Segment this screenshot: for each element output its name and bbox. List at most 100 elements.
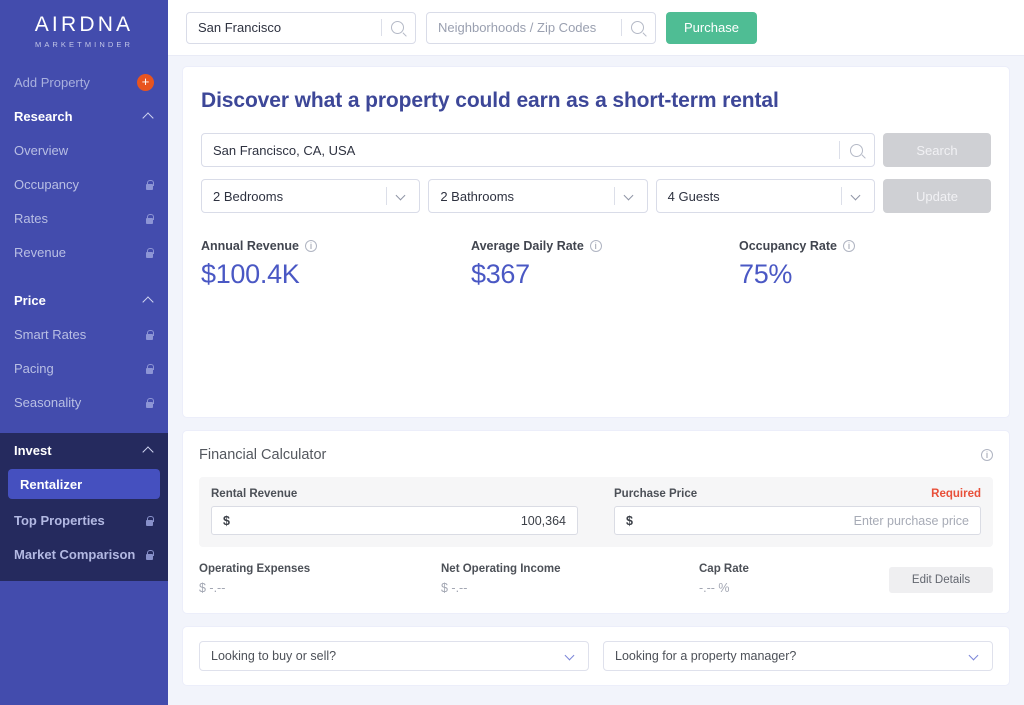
sidebar-item-top-properties[interactable]: Top Properties bbox=[0, 503, 168, 537]
financial-calculator-card: Financial Calculator i Rental Revenue $ … bbox=[182, 430, 1010, 614]
stat-label: Operating Expenses bbox=[199, 563, 311, 575]
bathrooms-select[interactable]: 2 Bathrooms bbox=[428, 179, 648, 213]
location-value: San Francisco, CA, USA bbox=[213, 142, 356, 158]
purchase-price-input[interactable]: $ Enter purchase price bbox=[614, 506, 981, 535]
sidebar-item-label: Pacing bbox=[14, 360, 54, 376]
info-icon[interactable]: i bbox=[589, 240, 602, 252]
buy-sell-placeholder: Looking to buy or sell? bbox=[211, 649, 337, 663]
info-icon[interactable]: i bbox=[842, 240, 855, 252]
sidebar-group-invest: Invest Rentalizer Top Properties Market … bbox=[0, 433, 168, 581]
sidebar-section-label: Invest bbox=[14, 442, 52, 458]
stat-value: -.-- % bbox=[699, 581, 730, 595]
info-icon[interactable]: i bbox=[981, 449, 993, 461]
buy-sell-select[interactable]: Looking to buy or sell? bbox=[199, 641, 589, 671]
purchase-price-placeholder: Enter purchase price bbox=[853, 513, 969, 528]
sidebar-item-label: Rentalizer bbox=[20, 476, 83, 492]
rentalizer-card: Discover what a property could earn as a… bbox=[182, 66, 1010, 418]
chevron-down-icon bbox=[566, 652, 575, 661]
chevron-down-icon bbox=[852, 192, 861, 201]
sidebar-item-revenue[interactable]: Revenue bbox=[0, 235, 168, 269]
page-title: Discover what a property could earn as a… bbox=[201, 89, 779, 112]
divider bbox=[386, 187, 388, 205]
sidebar-item-rates[interactable]: Rates bbox=[0, 201, 168, 235]
divider bbox=[840, 187, 842, 205]
nav-divider bbox=[0, 419, 168, 433]
purchase-button[interactable]: Purchase bbox=[666, 11, 757, 44]
chevron-down-icon bbox=[970, 652, 979, 661]
metric-header: Occupancy Rate i bbox=[739, 239, 855, 253]
location-input[interactable]: San Francisco, CA, USA bbox=[201, 133, 875, 167]
search-icon[interactable] bbox=[850, 143, 863, 157]
stat-net-operating-income: Net Operating Income $ -.-- bbox=[441, 563, 699, 595]
sidebar-section-price[interactable]: Price bbox=[0, 283, 168, 317]
sidebar-item-label: Add Property bbox=[14, 74, 90, 90]
topbar: San Francisco Neighborhoods / Zip Codes … bbox=[168, 0, 1024, 56]
sidebar-item-label: Overview bbox=[14, 142, 69, 158]
neighborhood-search-placeholder: Neighborhoods / Zip Codes bbox=[438, 20, 597, 35]
sidebar-section-research[interactable]: Research bbox=[0, 99, 168, 133]
update-button[interactable]: Update bbox=[882, 179, 991, 213]
logo-tagline: MARKETMINDER bbox=[34, 40, 134, 49]
property-manager-placeholder: Looking for a property manager? bbox=[615, 649, 797, 663]
search-button[interactable]: Search bbox=[883, 133, 991, 167]
rental-revenue-input[interactable]: $ 100,364 bbox=[211, 506, 578, 535]
chevron-up-icon bbox=[143, 111, 154, 122]
sidebar-item-label: Top Properties bbox=[14, 512, 105, 528]
sidebar-item-label: Market Comparison bbox=[14, 546, 136, 562]
property-manager-select[interactable]: Looking for a property manager? bbox=[603, 641, 993, 671]
logo-wordmark: AIRDNA bbox=[34, 13, 134, 36]
divider bbox=[839, 141, 840, 159]
plus-icon[interactable]: + bbox=[137, 73, 154, 91]
stat-cap-rate: Cap Rate -.-- % bbox=[699, 563, 889, 595]
stat-operating-expenses: Operating Expenses $ -.-- bbox=[199, 563, 441, 595]
rental-revenue-field: Rental Revenue $ 100,364 bbox=[211, 488, 578, 535]
chevron-up-icon bbox=[143, 445, 154, 456]
sidebar-item-seasonality[interactable]: Seasonality bbox=[0, 385, 168, 419]
sidebar-item-add-property[interactable]: Add Property + bbox=[0, 65, 168, 99]
search-icon[interactable] bbox=[631, 21, 644, 34]
stat-label: Cap Rate bbox=[699, 563, 749, 575]
city-search-input[interactable]: San Francisco bbox=[186, 11, 416, 44]
field-label-row: Purchase Price Required bbox=[614, 488, 981, 500]
calculator-header: Financial Calculator i bbox=[199, 447, 993, 463]
stat-value: $ -.-- bbox=[199, 581, 226, 595]
metric-header: Annual Revenue i bbox=[201, 239, 471, 253]
location-search-row: San Francisco, CA, USA Search bbox=[201, 133, 991, 167]
calculator-title: Financial Calculator bbox=[199, 447, 327, 463]
sidebar-item-label: Occupancy bbox=[14, 176, 80, 192]
property-config-row: 2 Bedrooms 2 Bathrooms 4 Guests Update bbox=[201, 179, 991, 213]
sidebar-item-smart-rates[interactable]: Smart Rates bbox=[0, 317, 168, 351]
lock-icon bbox=[145, 329, 154, 340]
divider bbox=[613, 187, 615, 205]
app-root: AIRDNA MARKETMINDER Add Property + Resea… bbox=[0, 0, 1024, 705]
sidebar-item-pacing[interactable]: Pacing bbox=[0, 351, 168, 385]
sidebar-item-rentalizer[interactable]: Rentalizer bbox=[8, 469, 160, 499]
info-icon[interactable]: i bbox=[304, 240, 317, 252]
chevron-down-icon bbox=[625, 192, 634, 201]
chevron-down-icon bbox=[397, 192, 406, 201]
guests-select[interactable]: 4 Guests bbox=[655, 179, 875, 213]
sidebar-section-invest[interactable]: Invest bbox=[0, 433, 168, 467]
metric-value: $367 bbox=[471, 259, 530, 289]
sidebar-item-overview[interactable]: Overview bbox=[0, 133, 168, 167]
lock-icon bbox=[145, 549, 154, 560]
page-body: Discover what a property could earn as a… bbox=[168, 56, 1024, 705]
field-label: Purchase Price bbox=[614, 488, 698, 500]
lock-icon bbox=[145, 515, 154, 526]
edit-details-button[interactable]: Edit Details bbox=[889, 567, 993, 593]
sidebar-item-market-comparison[interactable]: Market Comparison bbox=[0, 537, 168, 571]
sidebar-item-label: Seasonality bbox=[14, 394, 82, 410]
calculator-results: Operating Expenses $ -.-- Net Operating … bbox=[199, 563, 993, 595]
sidebar-item-label: Revenue bbox=[14, 244, 67, 260]
field-label: Rental Revenue bbox=[211, 488, 298, 500]
field-label-row: Rental Revenue bbox=[211, 488, 578, 500]
metric-label: Average Daily Rate bbox=[471, 239, 584, 253]
lock-icon bbox=[145, 213, 154, 224]
neighborhood-search-input[interactable]: Neighborhoods / Zip Codes bbox=[426, 11, 656, 44]
bedrooms-select[interactable]: 2 Bedrooms bbox=[201, 179, 421, 213]
metric-label: Annual Revenue bbox=[201, 239, 299, 253]
logo: AIRDNA MARKETMINDER bbox=[0, 0, 168, 65]
bedrooms-value: 2 Bedrooms bbox=[213, 188, 284, 204]
search-icon[interactable] bbox=[391, 21, 404, 34]
sidebar-item-occupancy[interactable]: Occupancy bbox=[0, 167, 168, 201]
